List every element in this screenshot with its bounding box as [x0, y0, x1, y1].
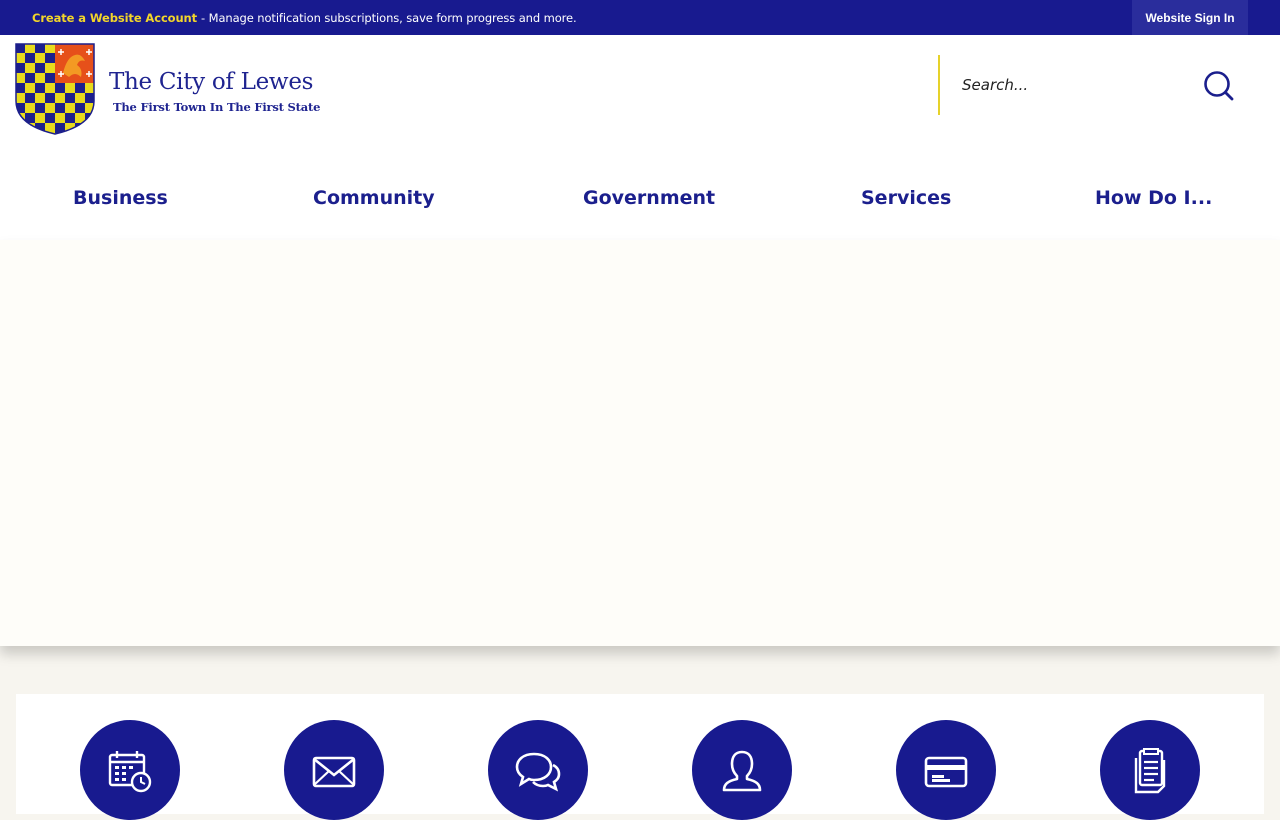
quick-link-payments[interactable]	[896, 720, 996, 820]
notification-text: - Manage notification subscriptions, sav…	[201, 10, 577, 25]
sign-in-button[interactable]: Website Sign In	[1132, 0, 1248, 35]
envelope-icon	[312, 756, 356, 788]
payment-card-icon	[924, 756, 968, 788]
create-account-link[interactable]: Create a Website Account	[32, 11, 197, 25]
site-title: The City of Lewes	[109, 69, 314, 95]
hero-banner	[0, 240, 1280, 646]
nav-item-services[interactable]: Services	[861, 175, 951, 221]
nav-item-community[interactable]: Community	[313, 175, 435, 221]
documents-icon	[1134, 748, 1166, 794]
chat-bubbles-icon	[515, 752, 561, 792]
main-navigation: Business Community Government Services H…	[0, 175, 1280, 240]
search-box	[938, 55, 1248, 115]
nav-item-business[interactable]: Business	[73, 175, 168, 221]
site-header: The City of Lewes The First Town In The …	[0, 35, 1280, 240]
site-tagline: The First Town In The First State	[113, 100, 321, 114]
notification-message: Create a Website Account - Manage notifi…	[32, 0, 577, 35]
quick-links-panel	[16, 694, 1264, 820]
search-input[interactable]	[962, 69, 1182, 101]
calendar-clock-icon	[108, 751, 152, 793]
search-button[interactable]	[1202, 69, 1236, 103]
nav-item-government[interactable]: Government	[583, 175, 715, 221]
site-logo[interactable]: The City of Lewes The First Town In The …	[15, 43, 320, 138]
search-icon	[1204, 71, 1234, 101]
quick-link-chat[interactable]	[488, 720, 588, 820]
quick-link-calendar[interactable]	[80, 720, 180, 820]
quick-link-contact[interactable]	[692, 720, 792, 820]
person-icon	[722, 750, 762, 792]
quick-link-email[interactable]	[284, 720, 384, 820]
notification-bar: Create a Website Account - Manage notifi…	[0, 0, 1280, 35]
quick-link-documents[interactable]	[1100, 720, 1200, 820]
city-crest-icon	[15, 43, 95, 135]
nav-item-how-do-i[interactable]: How Do I...	[1095, 175, 1212, 221]
